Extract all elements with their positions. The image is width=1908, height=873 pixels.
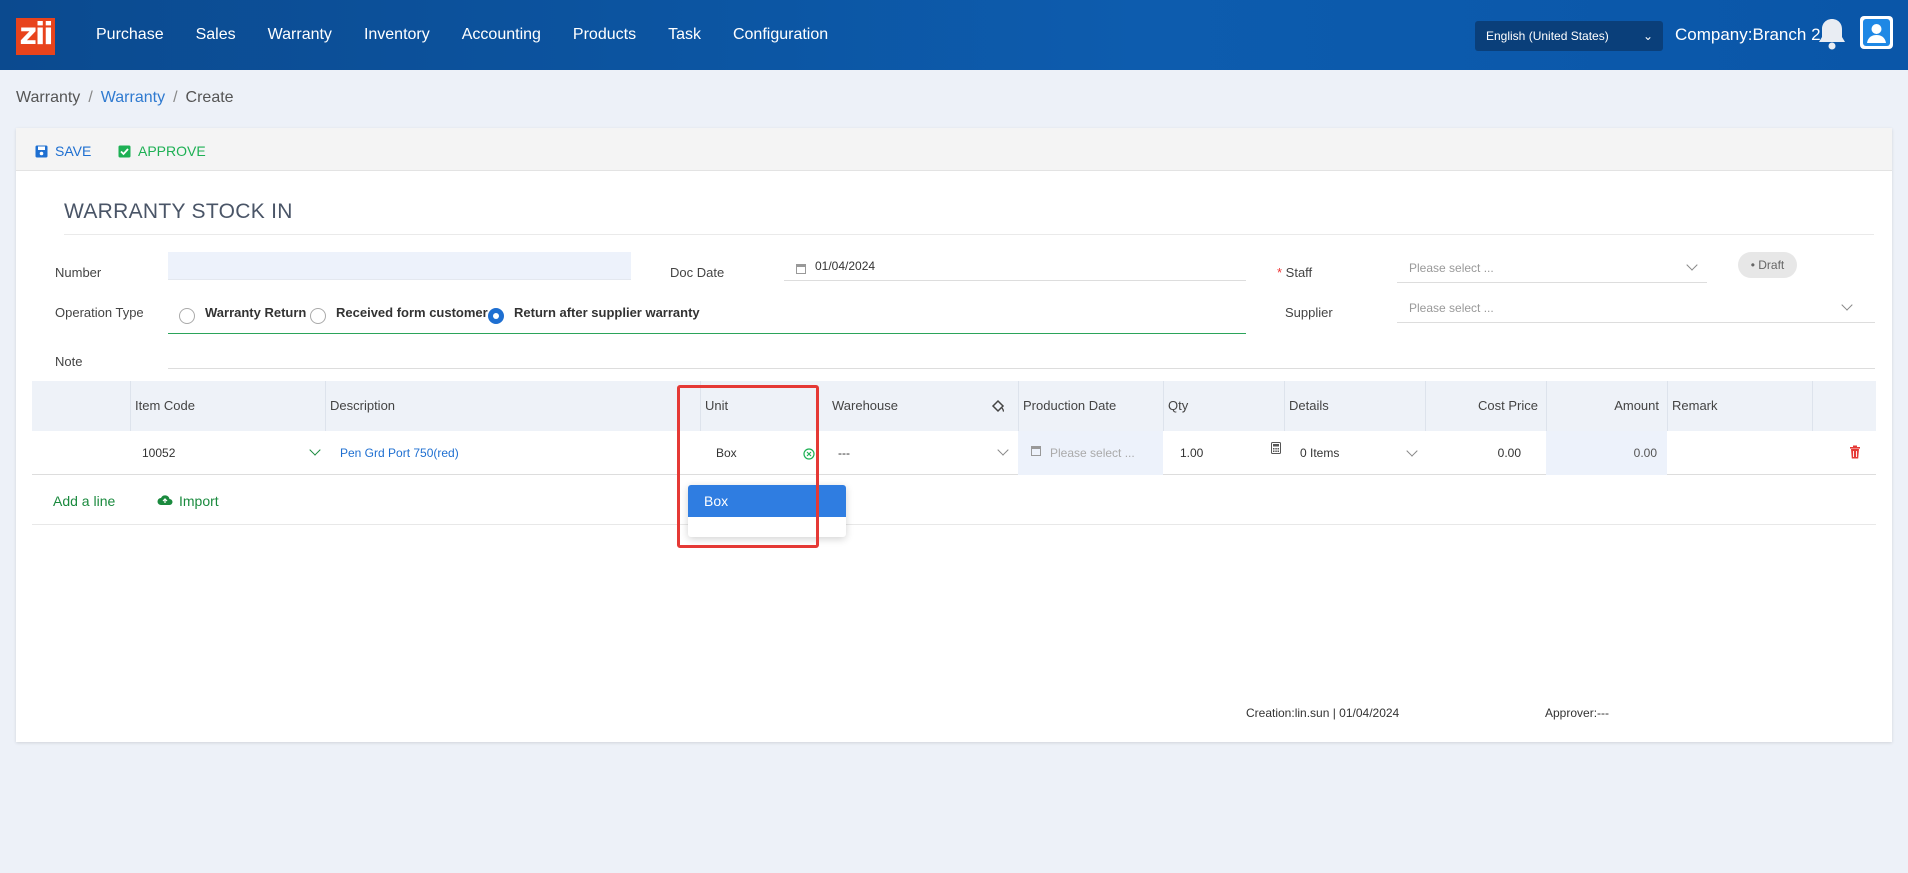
th-item-code: Item Code: [130, 381, 325, 431]
note-label: Note: [55, 354, 83, 369]
lines-table-header: Item Code Description Unit Warehouse Pro…: [32, 381, 1876, 431]
top-navbar: zii Purchase Sales Warranty Inventory Ac…: [0, 0, 1908, 70]
number-label: Number: [55, 265, 102, 280]
radio-warranty-return[interactable]: Warranty Return: [179, 304, 307, 324]
warehouse-cell[interactable]: ---: [838, 431, 850, 475]
approve-label: APPROVE: [138, 143, 206, 159]
details-cell[interactable]: 0 Items: [1300, 431, 1339, 475]
th-production-date: Production Date: [1018, 381, 1163, 431]
title-divider: [64, 234, 1874, 235]
chevron-down-icon[interactable]: [309, 444, 321, 456]
calendar-icon: [1031, 446, 1041, 456]
app-logo[interactable]: zii: [16, 18, 55, 55]
save-icon: [35, 145, 48, 158]
approve-button[interactable]: APPROVE: [118, 143, 206, 159]
doc-date-input[interactable]: 01/04/2024: [815, 259, 875, 273]
nav-warranty[interactable]: Warranty: [268, 26, 332, 44]
nav-task[interactable]: Task: [668, 26, 701, 44]
production-date-placeholder: Please select ...: [1050, 446, 1135, 460]
language-select[interactable]: English (United States) ⌄: [1475, 21, 1663, 51]
th-actions: [1812, 381, 1876, 431]
chevron-down-icon: [997, 444, 1009, 456]
staff-label-text: Staff: [1285, 265, 1313, 280]
breadcrumb-root: Warranty: [16, 89, 81, 106]
operation-type-underline: [168, 333, 1246, 334]
main-nav: Purchase Sales Warranty Inventory Accoun…: [80, 0, 844, 70]
note-input[interactable]: [168, 368, 1875, 369]
number-input[interactable]: [168, 252, 631, 280]
approver-info: Approver:---: [1545, 706, 1610, 720]
radio-circle: [310, 308, 326, 324]
cloud-upload-icon: [157, 493, 173, 509]
staff-select[interactable]: Please select ...: [1409, 261, 1494, 275]
nav-purchase[interactable]: Purchase: [96, 26, 164, 44]
save-button[interactable]: SAVE: [35, 143, 91, 159]
th-description: Description: [325, 381, 686, 431]
import-button[interactable]: Import: [157, 493, 219, 509]
th-qty: Qty: [1163, 381, 1284, 431]
doc-date-label: Doc Date: [670, 265, 725, 280]
page-title: WARRANTY STOCK IN: [64, 200, 293, 223]
save-label: SAVE: [55, 143, 92, 159]
radio-circle: [179, 308, 195, 324]
chevron-down-icon: ⌄: [1642, 29, 1653, 43]
nav-configuration[interactable]: Configuration: [733, 26, 828, 44]
radio-label: Warranty Return: [205, 304, 307, 320]
nav-products[interactable]: Products: [573, 26, 636, 44]
company-label[interactable]: Company:Branch 2: [1675, 25, 1821, 45]
description-cell[interactable]: Pen Grd Port 750(red): [340, 431, 459, 475]
staff-underline: [1397, 282, 1707, 283]
creation-info: Creation:lin.sun | 01/04/2024: [1246, 706, 1400, 720]
th-remark: Remark: [1667, 381, 1812, 431]
calculator-icon[interactable]: [1271, 441, 1281, 459]
table-footer-actions: Add a line Import: [32, 475, 1876, 525]
staff-label: * Staff: [1277, 265, 1312, 280]
breadcrumb-separator: /: [173, 89, 178, 106]
item-code-cell[interactable]: 10052: [142, 431, 175, 475]
import-label: Import: [179, 493, 219, 509]
radio-circle-selected: [488, 308, 504, 324]
user-avatar[interactable]: [1860, 16, 1893, 49]
chevron-down-icon: [1841, 299, 1853, 311]
nav-sales[interactable]: Sales: [196, 26, 236, 44]
chevron-down-icon: [1406, 445, 1418, 457]
radio-received-form-customer[interactable]: Received form customer: [310, 304, 488, 324]
supplier-select[interactable]: Please select ...: [1409, 301, 1494, 315]
annotation-highlight-box: [677, 385, 819, 548]
trash-icon[interactable]: [1849, 445, 1861, 459]
radio-return-after-supplier-warranty[interactable]: Return after supplier warranty: [488, 304, 700, 324]
check-square-icon: [118, 145, 131, 158]
breadcrumb-separator: /: [88, 89, 93, 106]
cost-price-cell[interactable]: 0.00: [1425, 431, 1546, 475]
nav-inventory[interactable]: Inventory: [364, 26, 430, 44]
radio-label: Return after supplier warranty: [514, 304, 700, 320]
status-badge-text: Draft: [1758, 258, 1785, 272]
language-value: English (United States): [1486, 29, 1609, 43]
paint-bucket-icon[interactable]: [991, 399, 1005, 418]
breadcrumb-warranty-link[interactable]: Warranty: [101, 89, 165, 106]
supplier-label: Supplier: [1285, 305, 1333, 320]
supplier-underline: [1397, 322, 1875, 323]
th-details: Details: [1284, 381, 1425, 431]
bell-icon[interactable]: [1815, 16, 1849, 52]
doc-date-underline: [784, 280, 1246, 281]
remark-cell[interactable]: [1667, 431, 1812, 475]
nav-accounting[interactable]: Accounting: [462, 26, 541, 44]
amount-cell: 0.00: [1633, 446, 1657, 460]
operation-type-label: Operation Type: [55, 305, 144, 320]
required-asterisk: *: [1277, 265, 1286, 280]
chevron-down-icon: [1686, 259, 1698, 271]
status-badge: • Draft: [1738, 252, 1797, 278]
calendar-icon: [796, 264, 806, 274]
action-toolbar: SAVE APPROVE: [16, 128, 1892, 171]
form-card: SAVE APPROVE WARRANTY STOCK IN Number Do…: [16, 128, 1892, 742]
add-line-button[interactable]: Add a line: [53, 493, 115, 509]
th-cost-price: Cost Price: [1425, 381, 1546, 431]
table-row: 10052 Pen Grd Port 750(red) Box --- Plea…: [32, 431, 1876, 475]
breadcrumb-current: Create: [185, 89, 234, 106]
qty-cell[interactable]: 1.00: [1180, 431, 1203, 475]
th-amount: Amount: [1546, 381, 1667, 431]
radio-label: Received form customer: [336, 304, 488, 320]
breadcrumb: Warranty / Warranty / Create: [16, 89, 234, 107]
